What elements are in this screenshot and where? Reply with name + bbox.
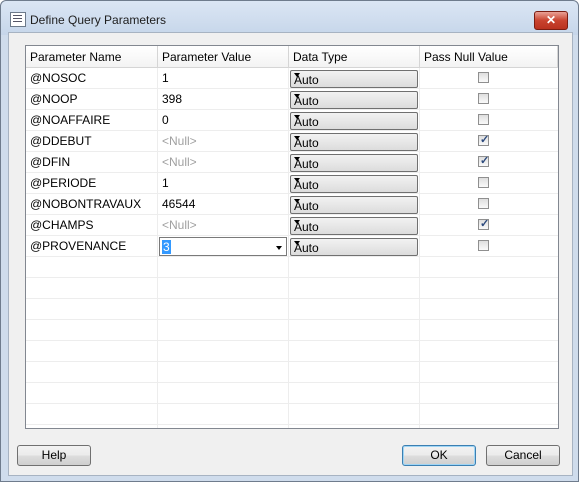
parameter-name-cell[interactable]: @NOBONTRAVAUX	[26, 194, 157, 215]
chevron-down-icon	[294, 136, 300, 140]
query-parameters-icon	[10, 12, 26, 27]
cancel-button[interactable]: Cancel	[486, 445, 560, 466]
grid-row-divider	[26, 382, 558, 383]
parameter-value-input[interactable]: 3	[162, 240, 171, 254]
chevron-down-icon	[294, 115, 300, 119]
data-type-select[interactable]: Auto	[290, 154, 418, 172]
chevron-down-icon	[294, 157, 300, 161]
pass-null-checkbox[interactable]: ✓	[478, 218, 490, 230]
column-header-parameter-value[interactable]: Parameter Value	[158, 46, 289, 68]
parameter-name-cell[interactable]: @DDEBUT	[26, 131, 157, 152]
parameter-value-cell[interactable]: 1	[158, 173, 288, 194]
chevron-down-icon	[294, 94, 300, 98]
pass-null-checkbox[interactable]	[478, 93, 489, 104]
grid-row-divider	[26, 340, 558, 341]
dialog-title: Define Query Parameters	[30, 13, 167, 27]
chevron-down-icon[interactable]	[276, 246, 282, 250]
grid-row-divider	[26, 277, 558, 278]
parameter-value-cell[interactable]: <Null>	[158, 131, 288, 152]
data-type-select[interactable]: Auto	[290, 112, 418, 130]
dialog-window: Define Query Parameters ✕ Parameter Name…	[0, 0, 579, 482]
grid-row-divider	[26, 319, 558, 320]
chevron-down-icon	[294, 199, 300, 203]
data-type-select[interactable]: Auto	[290, 175, 418, 193]
grid-row-divider	[26, 424, 558, 425]
grid-row-divider	[26, 361, 558, 362]
checkmark-icon: ✓	[480, 218, 490, 230]
parameter-value-cell[interactable]: 46544	[158, 194, 288, 215]
chevron-down-icon	[294, 241, 300, 245]
close-icon: ✕	[545, 13, 557, 27]
chevron-down-icon	[294, 73, 300, 77]
checkmark-icon: ✓	[480, 134, 490, 146]
parameter-name-cell[interactable]: @CHAMPS	[26, 215, 157, 236]
help-button[interactable]: Help	[17, 445, 91, 466]
data-type-select[interactable]: Auto	[290, 70, 418, 88]
parameter-name-cell[interactable]: @PERIODE	[26, 173, 157, 194]
grid-column-divider	[419, 68, 420, 428]
data-type-select[interactable]: Auto	[290, 238, 418, 256]
parameter-value-cell[interactable]: 0	[158, 110, 288, 131]
grid-row-divider	[26, 403, 558, 404]
pass-null-checkbox[interactable]	[478, 198, 489, 209]
column-header-data-type[interactable]: Data Type	[289, 46, 420, 68]
title-bar[interactable]: Define Query Parameters ✕	[1, 1, 578, 35]
parameter-name-cell[interactable]: @NOAFFAIRE	[26, 110, 157, 131]
column-header-parameter-name[interactable]: Parameter Name	[26, 46, 158, 68]
pass-null-checkbox[interactable]	[478, 240, 489, 251]
data-type-select[interactable]: Auto	[290, 91, 418, 109]
parameter-value-cell[interactable]: 398	[158, 89, 288, 110]
grid-row-divider	[26, 298, 558, 299]
chevron-down-icon	[294, 220, 300, 224]
dialog-body: Parameter Name Parameter Value Data Type…	[8, 32, 573, 476]
chevron-down-icon	[294, 178, 300, 182]
pass-null-checkbox[interactable]: ✓	[478, 155, 490, 167]
parameter-name-cell[interactable]: @DFIN	[26, 152, 157, 173]
pass-null-checkbox[interactable]	[478, 114, 489, 125]
data-type-select[interactable]: Auto	[290, 133, 418, 151]
parameters-grid[interactable]: Parameter Name Parameter Value Data Type…	[25, 45, 559, 429]
parameter-name-cell[interactable]: @PROVENANCE	[26, 236, 157, 257]
pass-null-checkbox[interactable]: ✓	[478, 134, 490, 146]
parameter-name-cell[interactable]: @NOOP	[26, 89, 157, 110]
pass-null-checkbox[interactable]	[478, 72, 489, 83]
pass-null-checkbox[interactable]	[478, 177, 489, 188]
ok-button[interactable]: OK	[402, 445, 476, 466]
close-button[interactable]: ✕	[534, 11, 568, 30]
parameter-value-cell[interactable]: <Null>	[158, 152, 288, 173]
parameter-value-cell[interactable]: <Null>	[158, 215, 288, 236]
parameter-value-cell[interactable]: 1	[158, 68, 288, 89]
checkmark-icon: ✓	[480, 155, 490, 167]
data-type-select[interactable]: Auto	[290, 217, 418, 235]
parameter-name-cell[interactable]: @NOSOC	[26, 68, 157, 89]
column-header-pass-null-value[interactable]: Pass Null Value	[420, 46, 558, 68]
grid-column-divider	[288, 68, 289, 428]
data-type-select[interactable]: Auto	[290, 196, 418, 214]
parameter-value-editor[interactable]: 3	[159, 237, 287, 256]
